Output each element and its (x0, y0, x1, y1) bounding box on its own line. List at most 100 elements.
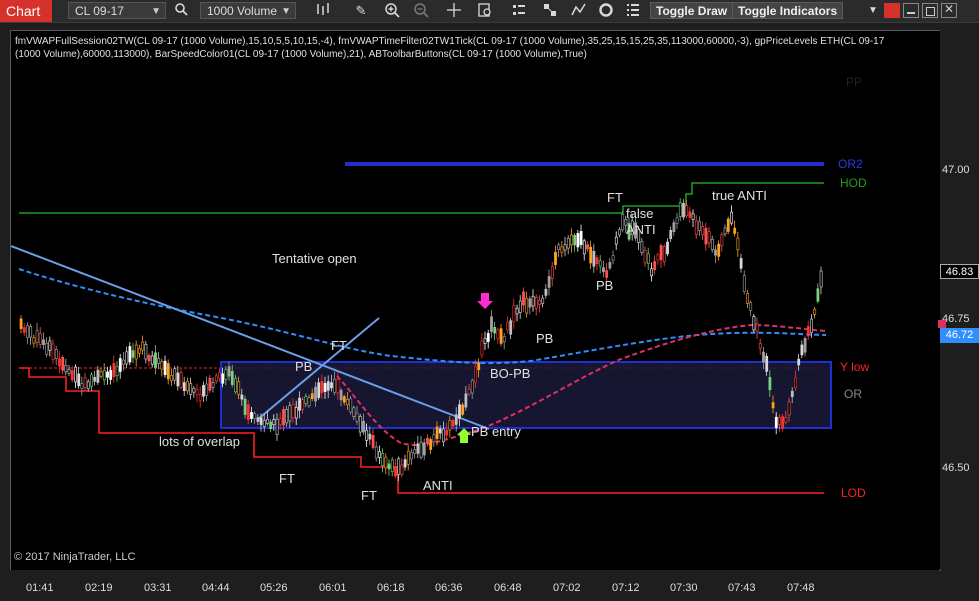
chevron-down-icon: ▼ (151, 6, 161, 17)
candle-body (742, 275, 746, 292)
chevron-down-icon: ▼ (281, 6, 291, 17)
candle-body (698, 221, 701, 231)
candle-body (342, 396, 346, 403)
price-tick: 47.00 (942, 164, 970, 176)
candle-body (496, 329, 500, 339)
menu-dropdown-icon[interactable]: ▼ (864, 2, 882, 20)
candle-body (330, 382, 333, 389)
price-axis[interactable]: 47.00 46.75 46.50 46.83 46.72 (938, 30, 979, 569)
candle-body (64, 364, 68, 373)
candle-body (211, 382, 215, 388)
properties-icon[interactable] (624, 2, 642, 20)
annotation-ft: FT (361, 488, 377, 503)
toggle-indicators-button[interactable]: Toggle Indicators (732, 2, 844, 19)
candle-body (192, 387, 196, 393)
candle-body (144, 343, 148, 360)
candle-body (374, 446, 378, 459)
candle-body (723, 227, 727, 235)
candle-body (774, 416, 778, 428)
candle-body (810, 318, 813, 333)
candle-body (614, 236, 618, 245)
maximize-icon[interactable] (922, 3, 938, 18)
candle-body (464, 393, 468, 408)
candle-body (227, 366, 231, 377)
candle-body (461, 404, 465, 415)
candle-body (771, 402, 775, 409)
candle-body (480, 340, 484, 356)
chart-tab[interactable]: Chart (0, 0, 52, 22)
strategies-icon[interactable] (541, 2, 559, 20)
candle-body (790, 390, 794, 397)
time-axis[interactable]: 01:41 02:19 03:31 04:44 05:26 06:01 06:1… (10, 570, 939, 601)
close-icon[interactable]: ✕ (941, 2, 957, 18)
candle-body (221, 373, 225, 384)
zoom-out-icon[interactable] (412, 2, 430, 20)
candle-body (749, 302, 753, 311)
candle-body (147, 355, 151, 362)
crosshair-icon[interactable] (445, 2, 463, 20)
candle-body (726, 218, 730, 232)
chart-canvas (11, 82, 832, 494)
annotation-false-anti: false ANTI (626, 206, 656, 237)
color-swatch-icon[interactable] (884, 3, 900, 18)
candle-body (586, 244, 589, 250)
candle-body (595, 257, 599, 265)
candle-body (77, 373, 81, 387)
candle-body (445, 429, 449, 436)
candle-body (83, 377, 87, 389)
price-tick: 46.50 (942, 462, 970, 474)
minimize-icon[interactable] (903, 3, 919, 18)
vwap-time-filter-marker (938, 320, 946, 328)
candle-body (51, 343, 55, 360)
candle-body (493, 327, 497, 334)
candle-body (22, 327, 26, 333)
drawing-tools-icon[interactable] (570, 2, 588, 20)
candle-body (150, 355, 154, 365)
candle-body (800, 344, 804, 356)
draw-pencil-icon[interactable]: ✎ (352, 2, 370, 20)
search-icon[interactable] (172, 2, 190, 20)
candle-body (752, 316, 756, 331)
y-low-label: Y low (840, 360, 870, 374)
data-box-icon[interactable] (476, 2, 494, 20)
candle-body (474, 366, 477, 383)
candle-body (182, 382, 186, 392)
candle-body (662, 246, 666, 263)
candle-body (32, 337, 36, 344)
reload-icon[interactable] (597, 2, 615, 20)
period-selector[interactable]: 1000 Volume ▼ (200, 2, 296, 19)
candle-body (102, 370, 106, 381)
chart-toolbar: Chart CL 09-17 ▼ 1000 Volume ▼ ✎ Toggle … (0, 0, 979, 23)
candle-body (237, 381, 241, 395)
candle-body (157, 358, 161, 364)
candle-body (243, 398, 247, 415)
candle-body (70, 370, 74, 381)
instrument-selector[interactable]: CL 09-17 ▼ (68, 2, 166, 19)
indicators-icon[interactable] (510, 2, 528, 20)
candle-body (42, 339, 45, 345)
candle-body (109, 369, 113, 380)
candle-body (582, 240, 586, 255)
candle-body (528, 298, 532, 308)
candle-body (205, 383, 209, 396)
candle-body (38, 333, 42, 345)
candle-body (589, 246, 593, 264)
candle-body (442, 428, 445, 443)
candle-body (605, 270, 609, 278)
candle-body (246, 404, 250, 420)
zoom-in-icon[interactable] (383, 2, 401, 20)
bar-type-icon[interactable] (314, 2, 332, 20)
candle-body (467, 388, 471, 395)
candle-body (45, 342, 49, 355)
candle-body (426, 438, 429, 444)
candle-body (538, 300, 541, 305)
time-tick: 06:48 (494, 582, 522, 594)
candle-body (282, 409, 285, 426)
candle-body (739, 258, 743, 269)
annotation-pb-entry: PB entry (471, 424, 521, 439)
candle-body (746, 293, 749, 304)
candle-body (813, 308, 817, 315)
toggle-draw-button[interactable]: Toggle Draw (650, 2, 734, 19)
price-chart-panel[interactable]: fmVWAPFullSession02TW(CL 09-17 (1000 Vol… (10, 30, 941, 571)
candle-body (320, 380, 324, 394)
